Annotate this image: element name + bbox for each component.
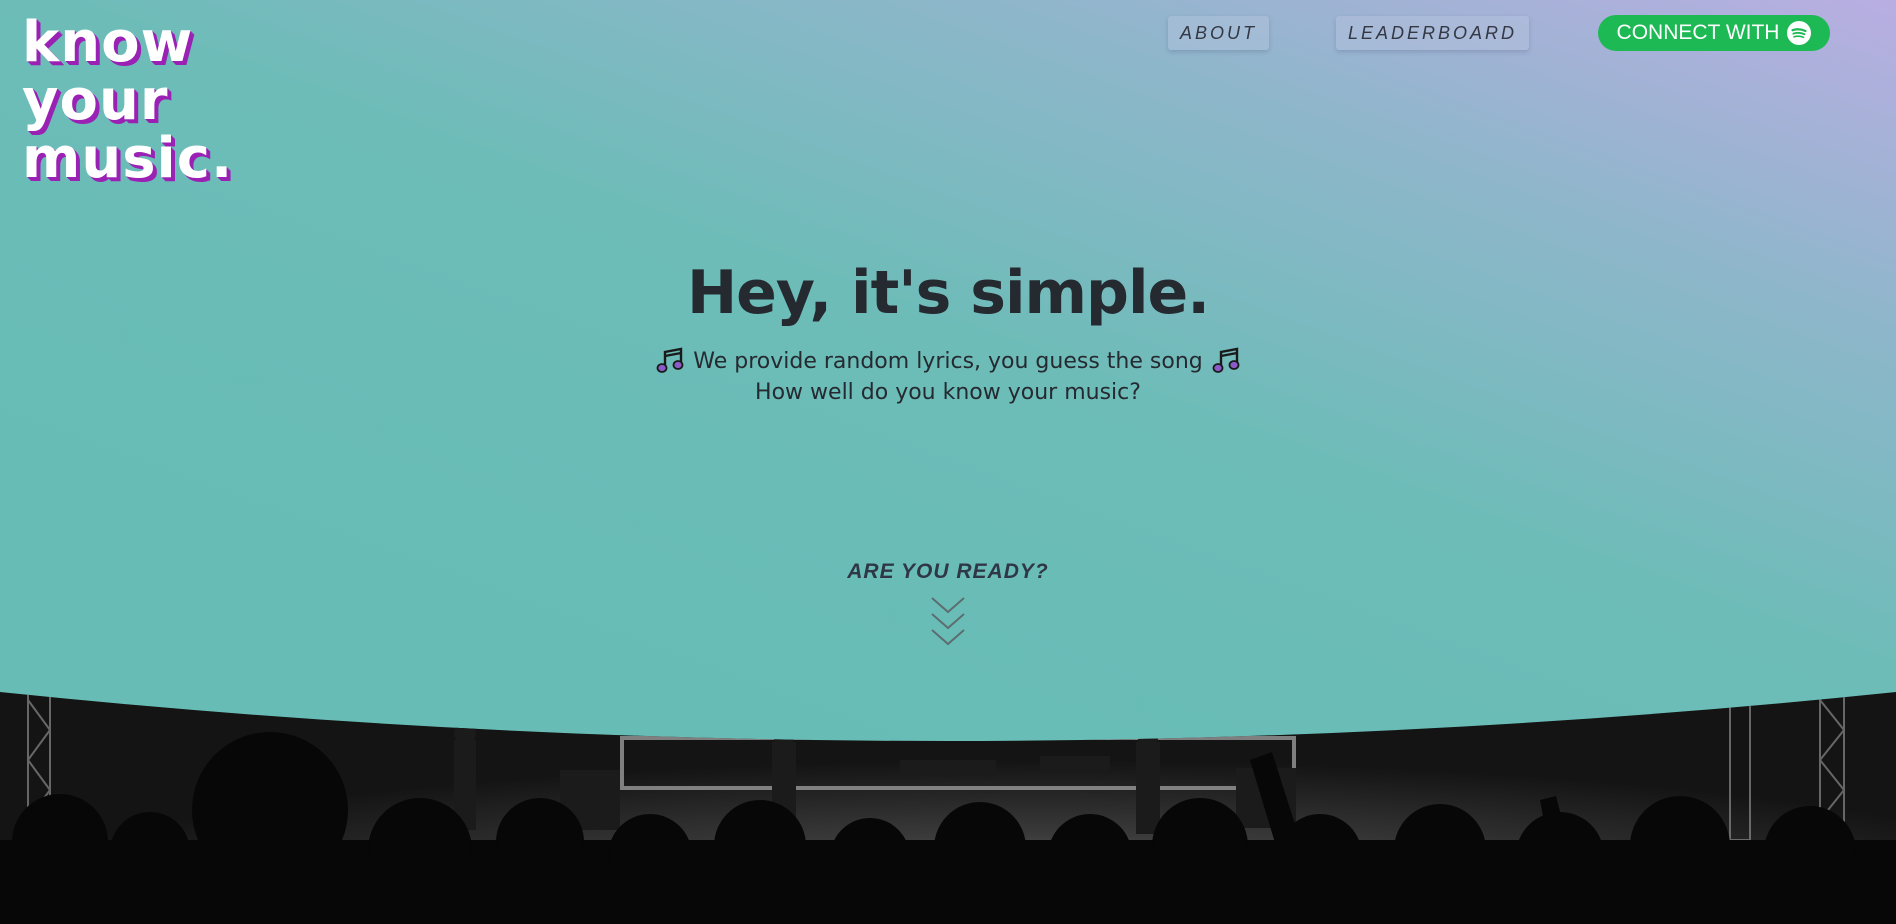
concert-photo [0, 692, 1896, 924]
question-text: How well do you know your music? [755, 380, 1141, 405]
music-note-icon [1212, 347, 1240, 373]
spotify-icon [1787, 21, 1812, 45]
ready-prompt: ARE YOU READY? [847, 560, 1049, 583]
page-headline: Hey, it's simple. [686, 258, 1210, 328]
connect-spotify-button[interactable]: CONNECT WITH [1598, 15, 1830, 51]
music-note-icon [656, 347, 684, 373]
nav-leaderboard-button[interactable]: LEADERBOARD [1336, 16, 1530, 50]
tagline-text: We provide random lyrics, you guess the … [693, 348, 1203, 374]
chevron-down-icon[interactable] [930, 596, 966, 648]
tagline-row: We provide random lyrics, you guess the … [0, 346, 1896, 376]
nav-about-button[interactable]: ABOUT [1168, 16, 1270, 50]
connect-label: CONNECT WITH [1616, 21, 1780, 44]
site-logo[interactable]: know your music. [22, 14, 233, 188]
